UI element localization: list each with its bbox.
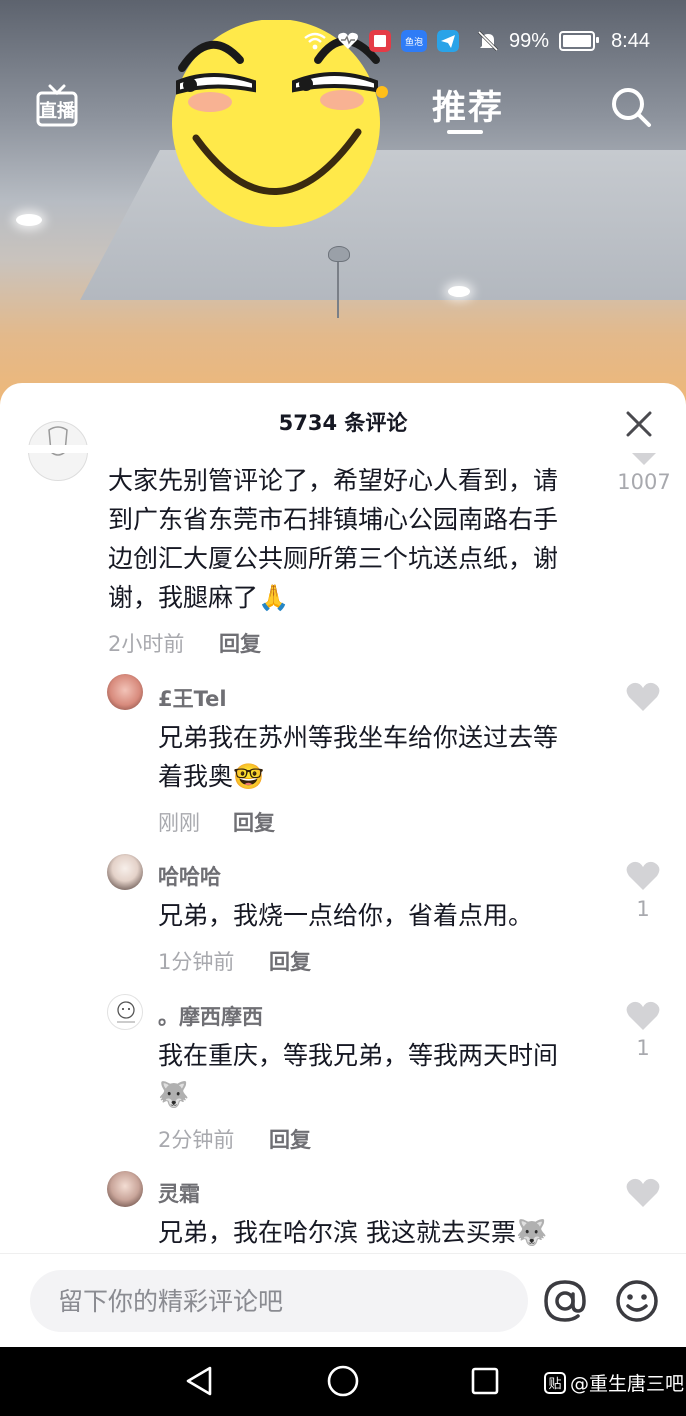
tab-active-indicator [447,130,483,134]
reply-time: 1分钟前 [158,950,235,974]
like-count: 1 [636,897,650,921]
close-icon[interactable] [624,409,654,439]
reply-text: 兄弟，我在哈尔滨 我这就去买票🐺 [158,1218,548,1247]
book-app-icon [369,30,392,52]
battery-icon [559,31,600,51]
reply-time: 2分钟前 [158,1128,235,1152]
heart-icon[interactable] [626,861,660,891]
watermark-text: @重生唐三吧 [570,1373,685,1395]
reply-username[interactable]: 哈哈哈 [158,861,221,891]
reply-button[interactable]: 回复 [269,946,311,976]
reply-text: 我在重庆，等我兄弟，等我两天时间 🐺 [158,1041,559,1109]
sprinkler [328,246,350,318]
live-label: 直播 [39,100,76,122]
system-nav-bar: 贴 @重生唐三吧 [0,1347,686,1416]
battery-percent: 99% [509,29,550,52]
avatar[interactable] [107,854,143,890]
comment-count-title: 5734 条评论 [278,411,408,435]
nav-recent-icon[interactable] [470,1366,500,1396]
wifi-icon [304,32,326,50]
heart-icon[interactable] [626,682,660,712]
reply-button[interactable]: 回复 [219,628,261,658]
watermark: 贴 @重生唐三吧 [544,1369,684,1396]
reply-username[interactable]: 灵霜 [158,1178,200,1208]
heart-icon[interactable] [630,453,658,465]
emoji-icon[interactable] [614,1278,660,1324]
comments-sheet: 5734 条评论 1007 大家先别管评论了，希望好心人看到，请 到广东省东莞市… [0,383,686,1346]
status-bar: 鱼泡 99% 8:44 [303,24,650,58]
reply-time: 刚刚 [158,811,200,835]
mute-icon [477,30,499,52]
live-icon[interactable]: 直播 [36,84,78,128]
nav-home-icon[interactable] [326,1364,360,1398]
avatar[interactable] [107,1171,143,1207]
like-count: 1 [636,1036,650,1060]
search-icon[interactable] [610,86,652,128]
heart-icon[interactable] [626,1001,660,1031]
comment-text: 大家先别管评论了，希望好心人看到，请 到广东省东莞市石排镇埔心公园南路右手 边创… [108,466,559,612]
ceiling-light [16,214,42,226]
like-count: 1007 [617,470,671,494]
tab-recommend[interactable]: 推荐 [432,80,504,129]
reply-text: 兄弟我在苏州等我坐车给你送过去等 着我奥🤓 [158,723,559,791]
reply-username[interactable]: £王Tel [158,683,227,713]
paper-plane-icon [437,30,460,52]
ceiling-light [448,286,470,297]
reply-text: 兄弟，我烧一点给你，省着点用。 [158,901,534,930]
reply-username[interactable]: 。摩西摩西 [158,1001,263,1031]
heart-icon[interactable] [626,1178,660,1208]
tieba-logo: 贴 [544,1371,566,1394]
heart-rate-icon [338,32,359,49]
fish-app-icon: 鱼泡 [401,30,428,52]
comment-input[interactable] [30,1270,528,1332]
comment-time: 2小时前 [108,632,185,656]
nav-back-icon[interactable] [184,1365,216,1397]
reply-button[interactable]: 回复 [269,1124,311,1154]
clock: 8:44 [611,29,650,52]
avatar[interactable] [107,674,143,710]
svg-text:鱼泡: 鱼泡 [405,36,423,48]
at-icon[interactable] [542,1278,588,1324]
reply-button[interactable]: 回复 [233,807,275,837]
comment-input-bar [0,1253,686,1348]
avatar[interactable] [107,994,143,1030]
scroll-mask [0,445,686,453]
